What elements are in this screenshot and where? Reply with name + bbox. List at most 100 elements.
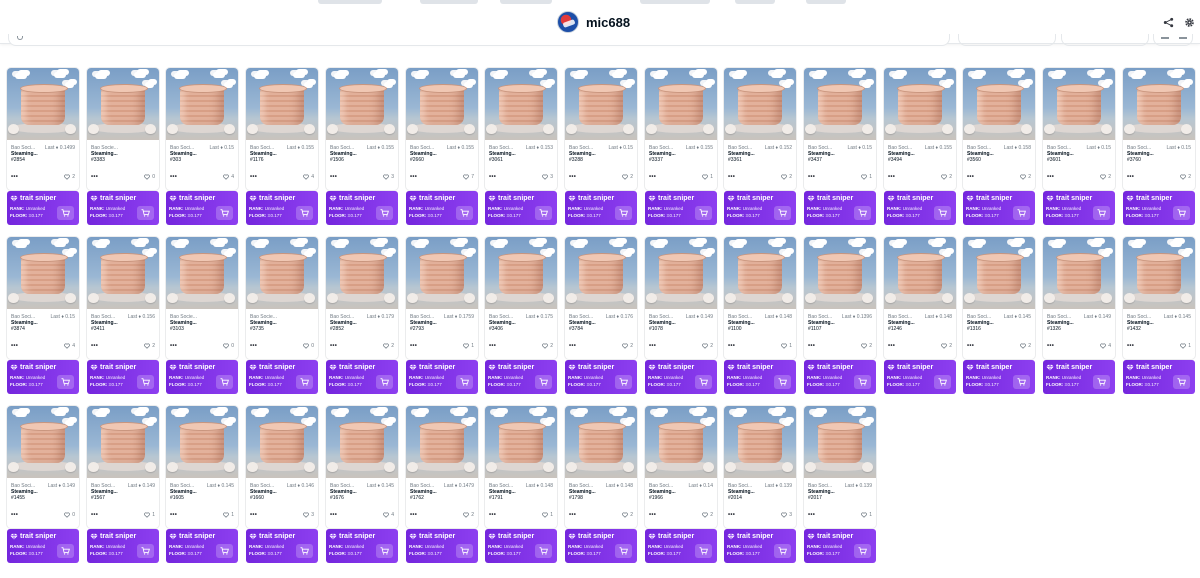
more-options-button[interactable]: ••• — [569, 174, 576, 180]
trait-sniper-link[interactable]: trait sniper — [887, 195, 933, 202]
nft-image[interactable] — [804, 68, 876, 140]
nft-image[interactable] — [7, 406, 79, 478]
nft-tile[interactable]: Bao Soci... Last ♦ 0.149 Steaming... #13… — [1043, 237, 1115, 359]
nft-tile[interactable]: Bao Soci... Last ♦ 0.1499 Steaming... #2… — [7, 68, 79, 190]
trait-sniper-link[interactable]: trait sniper — [329, 195, 375, 202]
trait-sniper-panel[interactable]: trait sniper RANK: Unranked FLOOR: Ξ0.17… — [724, 360, 796, 394]
nft-card[interactable]: Bao Soci... Last ♦ 0.1396 Steaming... #1… — [804, 237, 876, 394]
nft-card[interactable]: Bao Soci... Last ♦ 0.155 Steaming... #15… — [326, 68, 398, 225]
trait-sniper-link[interactable]: trait sniper — [1126, 195, 1172, 202]
status-dropdown[interactable] — [958, 34, 1056, 46]
nft-tile[interactable]: Bao Soci... Last ♦ 0.155 Steaming... #34… — [884, 68, 956, 190]
favorite-button[interactable]: 4 — [223, 174, 234, 180]
nft-image[interactable] — [166, 68, 238, 140]
trait-sniper-link[interactable]: trait sniper — [807, 533, 853, 540]
nft-tile[interactable]: Bao Soci... Last ♦ 0.15 Steaming... #376… — [1123, 68, 1195, 190]
trait-sniper-link[interactable]: trait sniper — [249, 195, 295, 202]
nft-tile[interactable]: Bao Soci... Last ♦ 0.145 Steaming... #16… — [166, 406, 238, 528]
nft-image[interactable] — [1043, 68, 1115, 140]
favorite-button[interactable]: 2 — [1020, 343, 1031, 349]
nft-image[interactable] — [804, 406, 876, 478]
favorite-button[interactable]: 1 — [861, 174, 872, 180]
share-button[interactable] — [1158, 12, 1178, 32]
nft-card[interactable]: Bao Soci... Last ♦ 0.145 Steaming... #14… — [1123, 237, 1195, 394]
add-to-cart-button[interactable] — [376, 375, 393, 389]
nft-image[interactable] — [246, 406, 318, 478]
more-options-button[interactable]: ••• — [91, 512, 98, 518]
nft-card[interactable]: Bao Soci... Last ♦ 0.149 Steaming... #14… — [7, 406, 79, 563]
nft-card[interactable]: Bao Soci... Last ♦ 0.155 Steaming... #26… — [406, 68, 478, 225]
favorite-button[interactable]: 0 — [223, 343, 234, 349]
trait-sniper-panel[interactable]: trait sniper RANK: Unranked FLOOR: Ξ0.17… — [406, 360, 478, 394]
add-to-cart-button[interactable] — [57, 544, 74, 558]
trait-sniper-panel[interactable]: trait sniper RANK: Unranked FLOOR: Ξ0.17… — [406, 529, 478, 563]
add-to-cart-button[interactable] — [774, 544, 791, 558]
trait-sniper-panel[interactable]: trait sniper RANK: Unranked FLOOR: Ξ0.17… — [565, 360, 637, 394]
trait-sniper-link[interactable]: trait sniper — [90, 195, 136, 202]
favorite-button[interactable]: 1 — [702, 174, 713, 180]
add-to-cart-button[interactable] — [216, 375, 233, 389]
more-options-button[interactable]: ••• — [808, 512, 815, 518]
favorite-button[interactable]: 2 — [861, 343, 872, 349]
favorite-button[interactable]: 2 — [622, 343, 633, 349]
nft-tile[interactable]: Bao Soci... Last ♦ 0.15 Steaming... #303… — [166, 68, 238, 190]
trait-sniper-panel[interactable]: trait sniper RANK: Unranked FLOOR: Ξ0.17… — [804, 529, 876, 563]
nft-card[interactable]: Bao Soci... Last ♦ 0.15 Steaming... #303… — [166, 68, 238, 225]
trait-sniper-link[interactable]: trait sniper — [648, 533, 694, 540]
favorite-button[interactable]: 4 — [64, 343, 75, 349]
trait-sniper-link[interactable]: trait sniper — [10, 364, 56, 371]
add-to-cart-button[interactable] — [376, 206, 393, 220]
favorite-button[interactable]: 4 — [1100, 343, 1111, 349]
trait-sniper-panel[interactable]: trait sniper RANK: Unranked FLOOR: Ξ0.17… — [485, 529, 557, 563]
nft-image[interactable] — [326, 237, 398, 309]
trait-sniper-link[interactable]: trait sniper — [10, 195, 56, 202]
favorite-button[interactable]: 4 — [303, 174, 314, 180]
nft-tile[interactable]: Bao Soci... Last ♦ 0.149 Steaming... #15… — [87, 406, 159, 528]
nft-card[interactable]: Bao Soci... Last ♦ 0.15 Steaming... #343… — [804, 68, 876, 225]
trait-sniper-link[interactable]: trait sniper — [807, 195, 853, 202]
more-options-button[interactable]: ••• — [1047, 174, 1054, 180]
trait-sniper-panel[interactable]: trait sniper RANK: Unranked FLOOR: Ξ0.17… — [963, 191, 1035, 225]
trait-sniper-panel[interactable]: trait sniper RANK: Unranked FLOOR: Ξ0.17… — [645, 191, 717, 225]
add-to-cart-button[interactable] — [695, 544, 712, 558]
nft-card[interactable]: Bao Soci... Last ♦ 0.152 Steaming... #33… — [724, 68, 796, 225]
more-options-button[interactable]: ••• — [1047, 343, 1054, 349]
favorite-button[interactable]: 1 — [861, 512, 872, 518]
trait-sniper-panel[interactable]: trait sniper RANK: Unranked FLOOR: Ξ0.17… — [166, 191, 238, 225]
nft-card[interactable]: Bao Soci... Last ♦ 0.158 Steaming... #35… — [963, 68, 1035, 225]
add-to-cart-button[interactable] — [456, 206, 473, 220]
trait-sniper-link[interactable]: trait sniper — [568, 533, 614, 540]
nft-card[interactable]: Bao Soci... Last ♦ 0.148 Steaming... #17… — [565, 406, 637, 563]
more-options-button[interactable]: ••• — [728, 343, 735, 349]
nft-tile[interactable]: Bao Soci... Last ♦ 0.153 Steaming... #30… — [485, 68, 557, 190]
add-to-cart-button[interactable] — [296, 206, 313, 220]
favorite-button[interactable]: 1 — [223, 512, 234, 518]
more-options-button[interactable]: ••• — [888, 174, 895, 180]
favorite-button[interactable]: 0 — [144, 174, 155, 180]
trait-sniper-link[interactable]: trait sniper — [727, 533, 773, 540]
nft-image[interactable] — [963, 68, 1035, 140]
nft-image[interactable] — [1123, 237, 1195, 309]
more-options-button[interactable]: ••• — [11, 174, 18, 180]
nft-image[interactable] — [804, 237, 876, 309]
more-options-button[interactable]: ••• — [330, 512, 337, 518]
nft-card[interactable]: Bao Socie... Steaming... #3735 ••• 0 tra… — [246, 237, 318, 394]
more-options-button[interactable]: ••• — [170, 343, 177, 349]
nft-image[interactable] — [485, 406, 557, 478]
trait-sniper-link[interactable]: trait sniper — [648, 195, 694, 202]
favorite-button[interactable]: 2 — [622, 174, 633, 180]
trait-sniper-link[interactable]: trait sniper — [807, 364, 853, 371]
favorite-button[interactable]: 1 — [144, 512, 155, 518]
profile-identity[interactable]: mic688 — [557, 11, 630, 33]
add-to-cart-button[interactable] — [854, 375, 871, 389]
add-to-cart-button[interactable] — [216, 544, 233, 558]
nft-tile[interactable]: Bao Soci... Last ♦ 0.139 Steaming... #20… — [724, 406, 796, 528]
nft-card[interactable]: Bao Soci... Last ♦ 0.146 Steaming... #16… — [246, 406, 318, 563]
nft-image[interactable] — [1123, 68, 1195, 140]
add-to-cart-button[interactable] — [57, 206, 74, 220]
add-to-cart-button[interactable] — [137, 206, 154, 220]
trait-sniper-link[interactable]: trait sniper — [169, 195, 215, 202]
profile-username[interactable]: mic688 — [586, 15, 630, 30]
favorite-button[interactable]: 2 — [941, 343, 952, 349]
trait-sniper-panel[interactable]: trait sniper RANK: Unranked FLOOR: Ξ0.17… — [645, 529, 717, 563]
